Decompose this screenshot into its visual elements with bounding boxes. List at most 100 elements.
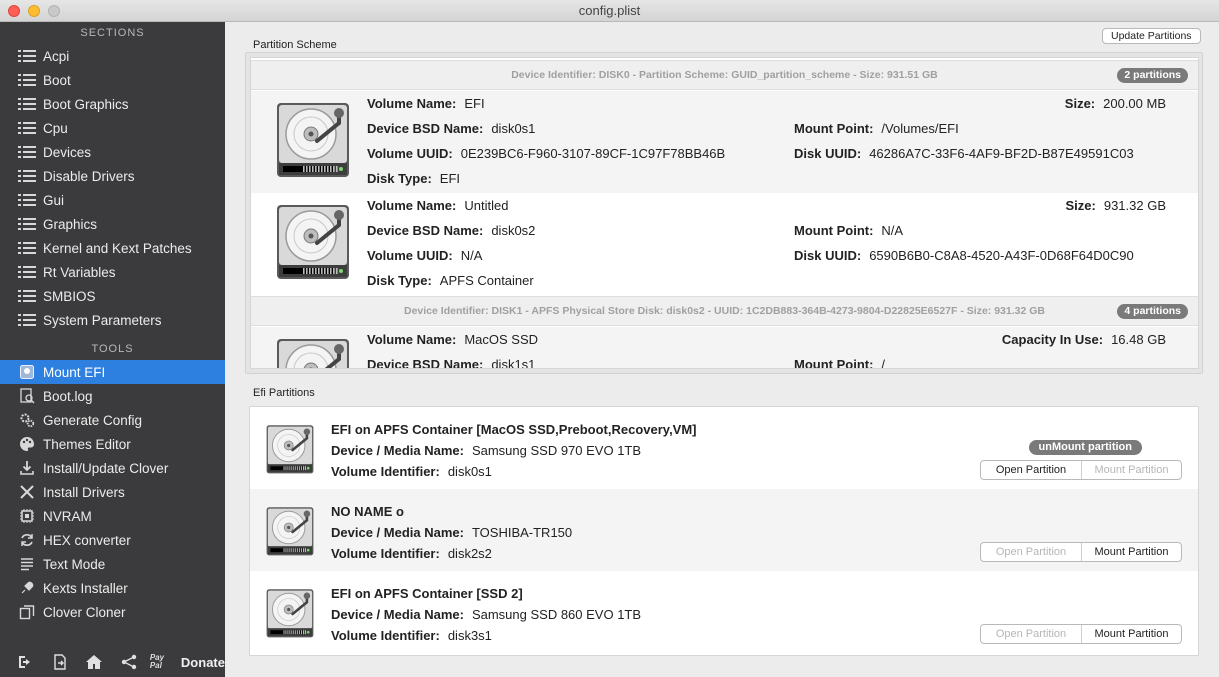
disk0-header: Device Identifier: DISK0 - Partition Sch… <box>251 60 1198 90</box>
close-window-button[interactable] <box>8 5 20 17</box>
share-icon[interactable] <box>111 649 145 675</box>
unmount-partition-button[interactable]: unMount partition <box>1028 440 1142 455</box>
sidebar-item-clover-cloner[interactable]: Clover Cloner <box>0 600 225 624</box>
sidebar-item-rt-variables[interactable]: Rt Variables <box>0 260 225 284</box>
sidebar-item-disable-drivers[interactable]: Disable Drivers <box>0 164 225 188</box>
list-icon <box>18 119 36 137</box>
import-icon[interactable] <box>8 649 42 675</box>
media-name-label: Device / Media Name: <box>331 525 464 540</box>
sidebar-item-gui[interactable]: Gui <box>0 188 225 212</box>
efi-partition-title: EFI on APFS Container [SSD 2] <box>331 586 523 601</box>
tools-icon <box>18 483 36 501</box>
device-bsd-value: disk0s2 <box>491 223 536 238</box>
sidebar-item-boot[interactable]: Boot <box>0 68 225 92</box>
list-icon <box>18 143 36 161</box>
sidebar-item-label: Cpu <box>43 120 68 136</box>
sidebar-item-label: Themes Editor <box>43 436 131 452</box>
sidebar-item-devices[interactable]: Devices <box>0 140 225 164</box>
sidebar-item-kexts-installer[interactable]: Kexts Installer <box>0 576 225 600</box>
clone-icon <box>18 603 36 621</box>
hard-drive-icon <box>264 588 316 640</box>
volume-row[interactable]: Volume Name: EFI Device BSD Name: disk0s1 … <box>251 91 1198 193</box>
hard-drive-icon <box>264 424 316 476</box>
sidebar-item-label: Acpi <box>43 48 70 64</box>
list-icon <box>18 191 36 209</box>
list-icon <box>18 215 36 233</box>
log-icon <box>18 387 36 405</box>
sidebar-item-label: Text Mode <box>43 556 106 572</box>
sidebar-item-cpu[interactable]: Cpu <box>0 116 225 140</box>
list-icon <box>18 239 36 257</box>
volume-name-label: Volume Name: <box>367 96 457 111</box>
disk-type-label: Disk Type: <box>367 273 432 288</box>
volume-identifier-value: disk0s1 <box>447 464 492 479</box>
disk-icon <box>18 363 36 381</box>
efi-partition-row[interactable]: EFI on APFS Container [MacOS SSD,Preboot… <box>250 407 1198 489</box>
list-icon <box>18 47 36 65</box>
donate-button[interactable]: Pay Pal Donate <box>150 654 225 670</box>
device-bsd-label: Device BSD Name: <box>367 357 484 369</box>
sidebar-item-install-drivers[interactable]: Install Drivers <box>0 480 225 504</box>
mount-partition-button[interactable]: Mount Partition <box>1081 625 1181 643</box>
sidebar-item-label: System Parameters <box>43 312 162 328</box>
volume-name-label: Volume Name: <box>367 198 457 213</box>
disk-uuid-label: Disk UUID: <box>794 146 862 161</box>
disk1-partitions-badge: 4 partitions <box>1117 304 1188 319</box>
volume-name-value: MacOS SSD <box>464 332 539 347</box>
hard-drive-icon <box>264 506 316 558</box>
sidebar-item-label: Gui <box>43 192 65 208</box>
sidebar-item-label: SMBIOS <box>43 288 96 304</box>
window-titlebar: config.plist <box>0 0 1219 22</box>
sidebar-item-hex-converter[interactable]: HEX converter <box>0 528 225 552</box>
efi-partition-row[interactable]: NO NAME o Device / Media Name: TOSHIBA-TR… <box>250 489 1198 571</box>
sidebar-item-label: NVRAM <box>43 508 92 524</box>
tools-heading: TOOLS <box>91 343 134 355</box>
sidebar-item-graphics[interactable]: Graphics <box>0 212 225 236</box>
volume-row[interactable]: Volume Name: MacOS SSD Device BSD Name: di… <box>251 327 1198 369</box>
mount-partition-button[interactable]: Mount Partition <box>1081 543 1181 561</box>
mount-point-value: /Volumes/EFI <box>881 121 959 136</box>
open-partition-button[interactable]: Open Partition <box>981 625 1081 643</box>
open-partition-button[interactable]: Open Partition <box>981 461 1081 479</box>
minimize-window-button[interactable] <box>28 5 40 17</box>
efi-partition-row[interactable]: EFI on APFS Container [SSD 2] Device / M… <box>250 571 1198 653</box>
volume-row[interactable]: Volume Name: Untitled Device BSD Name: dis… <box>251 193 1198 295</box>
media-name-label: Device / Media Name: <box>331 443 464 458</box>
list-icon <box>18 95 36 113</box>
home-icon[interactable] <box>77 649 111 675</box>
zoom-window-button[interactable] <box>48 5 60 17</box>
sidebar-item-boot-log[interactable]: Boot.log <box>0 384 225 408</box>
sidebar-item-kernel-and-kext-patches[interactable]: Kernel and Kext Patches <box>0 236 225 260</box>
device-bsd-value: disk1s1 <box>491 357 536 369</box>
mount-point-label: Mount Point: <box>794 121 874 136</box>
sidebar: SECTIONS Acpi Boot Boot Graphics Cpu Devices… <box>0 22 225 677</box>
sidebar-item-mount-efi[interactable]: Mount EFI <box>0 360 225 384</box>
sidebar-item-generate-config[interactable]: Generate Config <box>0 408 225 432</box>
partition-scheme-list[interactable]: Device Identifier: DISK0 - Partition Sch… <box>250 57 1199 369</box>
update-partitions-button[interactable]: Update Partitions <box>1102 28 1201 44</box>
sidebar-item-label: Clover Cloner <box>43 604 126 620</box>
sidebar-item-acpi[interactable]: Acpi <box>0 44 225 68</box>
disk-uuid-value: 6590B6B0-C8A8-4520-A43F-0D68F64D0C90 <box>869 248 1134 263</box>
mount-partition-button[interactable]: Mount Partition <box>1081 461 1181 479</box>
sidebar-item-smbios[interactable]: SMBIOS <box>0 284 225 308</box>
disk-uuid-value: 46286A7C-33F6-4AF9-BF2D-B87E49591C03 <box>869 146 1134 161</box>
sidebar-item-boot-graphics[interactable]: Boot Graphics <box>0 92 225 116</box>
disk-type-value: EFI <box>439 171 461 186</box>
efi-partitions-list[interactable]: EFI on APFS Container [MacOS SSD,Preboot… <box>249 406 1199 656</box>
sidebar-item-install-update-clover[interactable]: Install/Update Clover <box>0 456 225 480</box>
sidebar-item-label: Graphics <box>43 216 98 232</box>
volume-uuid-value: 0E239BC6-F960-3107-89CF-1C97F78BB46B <box>460 146 726 161</box>
sidebar-item-themes-editor[interactable]: Themes Editor <box>0 432 225 456</box>
disk-type-value: APFS Container <box>439 273 534 288</box>
open-partition-button[interactable]: Open Partition <box>981 543 1081 561</box>
sidebar-item-text-mode[interactable]: Text Mode <box>0 552 225 576</box>
chip-icon <box>18 507 36 525</box>
volume-name-value: EFI <box>464 96 485 111</box>
sidebar-item-nvram[interactable]: NVRAM <box>0 504 225 528</box>
sidebar-item-system-parameters[interactable]: System Parameters <box>0 308 225 332</box>
export-icon[interactable] <box>42 649 76 675</box>
paypal-icon: Pay Pal <box>149 653 165 670</box>
partition-action-buttons: Open Partition Mount Partition <box>980 542 1182 562</box>
partition-action-buttons: Open Partition Mount Partition <box>980 460 1182 480</box>
